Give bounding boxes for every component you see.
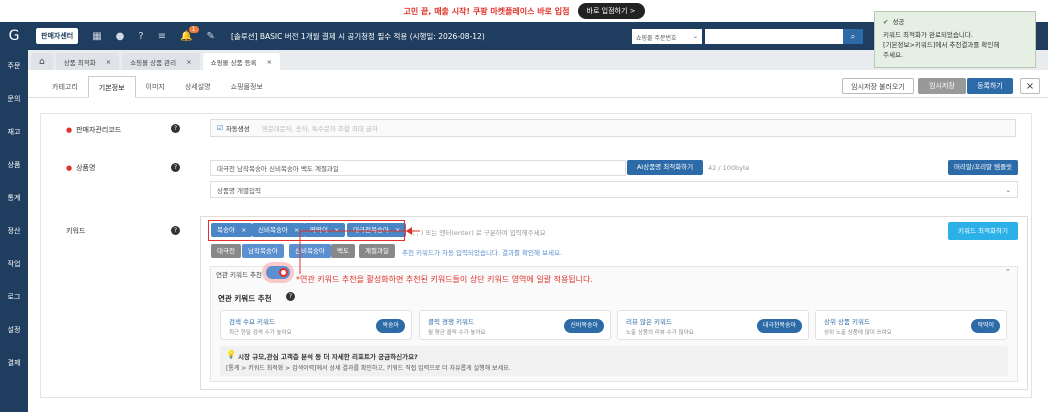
keyword-card: 검색 수요 키워드최근 한달 검색 수가 높아요 복숭아 bbox=[220, 310, 412, 340]
card-keyword-button[interactable]: 복숭아 bbox=[376, 319, 405, 333]
card-title: 리뷰 많은 키워드 bbox=[626, 318, 672, 326]
lightbulb-icon: 💡 bbox=[226, 350, 236, 359]
card-title: 상위 상품 키워드 bbox=[824, 318, 870, 326]
keyword-card: 클릭 경쟁 키워드월 평균 클릭 수가 높아요 신비복숭아 bbox=[419, 310, 611, 340]
tip-desc: [통계 > 키워드 최적화 > 검색이력]에서 상세 결과를 확인하고, 키워드… bbox=[226, 365, 511, 372]
check-icon: ✔ bbox=[883, 18, 889, 26]
toast-title: 성공 bbox=[892, 18, 905, 26]
card-title: 검색 수요 키워드 bbox=[229, 318, 275, 326]
card-desc: 노출 상품의 리뷰 수가 많아요 bbox=[626, 330, 694, 336]
card-desc: 월 평균 클릭 수가 높아요 bbox=[428, 330, 486, 336]
card-keyword-button[interactable]: 대극천복숭아 bbox=[756, 319, 802, 333]
card-keyword-button[interactable]: 딱딱이 bbox=[971, 319, 1000, 333]
card-desc: 상위 노출 상품에 많이 쓰여요 bbox=[824, 330, 892, 336]
recommend-title: 연관 키워드 추천 bbox=[218, 294, 272, 303]
help-icon[interactable]: ? bbox=[286, 292, 295, 301]
tip-title: 시장 규모,관심 고객층 분석 등 더 자세한 리포트가 궁금하신가요? bbox=[238, 353, 418, 361]
card-keyword-button[interactable]: 신비복숭아 bbox=[564, 319, 604, 333]
toast-line1: 키워드 최적화가 완료되었습니다. bbox=[883, 31, 973, 39]
tip-box: 💡 시장 규모,관심 고객층 분석 등 더 자세한 리포트가 궁금하신가요? [… bbox=[220, 346, 1008, 376]
keyword-card: 상위 상품 키워드상위 노출 상품에 많이 쓰여요 딱딱이 bbox=[815, 310, 1007, 340]
keyword-card: 리뷰 많은 키워드노출 상품의 리뷰 수가 많아요 대극천복숭아 bbox=[617, 310, 809, 340]
toast-line2: [기본정보>키워드]에서 추천결과를 확인해 bbox=[883, 41, 1000, 49]
card-desc: 최근 한달 검색 수가 높아요 bbox=[229, 330, 292, 336]
success-toast: ✔ 성공 키워드 최적화가 완료되었습니다. [기본정보>키워드]에서 추천결과를… bbox=[874, 11, 1036, 68]
card-title: 클릭 경쟁 키워드 bbox=[428, 318, 474, 326]
toast-line3: 주세요. bbox=[883, 51, 904, 59]
